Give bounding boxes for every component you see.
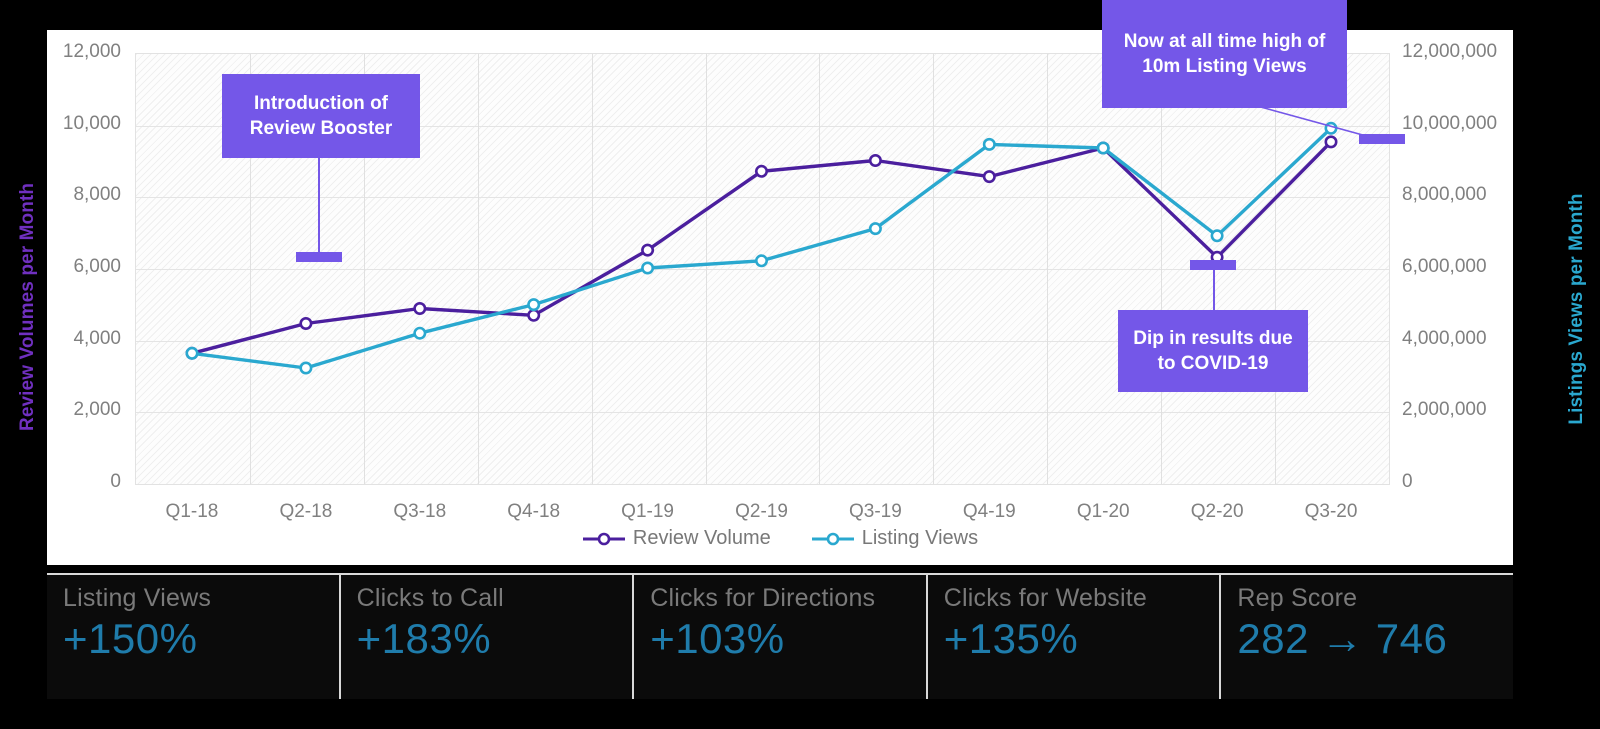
kpi-card-clicks-for-directions: Clicks for Directions +103% [634,575,928,699]
y-axis-tick-label: 4,000 [73,327,121,349]
annotation-marker-all-time-high [1359,134,1405,144]
right-axis-title: Listings Views per Month [1566,193,1587,425]
y-axis-tick-label: 10,000 [62,112,121,134]
gridline-horizontal [136,197,1389,199]
gridline-vertical [819,54,821,484]
kpi-label: Rep Score [1237,584,1358,612]
x-axis-tick-label: Q3-19 [849,501,902,522]
kpi-strip: Listing Views +150% Clicks to Call +183% Cli… [47,573,1513,699]
annotation-connector-review-booster [318,158,320,260]
y-axis-tick-label: 8,000 [73,184,121,206]
gridline-vertical [591,54,593,484]
x-axis-tick-label: Q2-18 [279,501,333,522]
x-axis-tick-label: Q1-19 [621,501,674,522]
kpi-card-listing-views: Listing Views +150% [47,575,341,699]
y-axis-tick-label: 2,000 [73,399,121,421]
kpi-value: +150% [63,615,198,662]
legend-label: Listing Views [861,527,979,549]
x-axis-tick-label: Q4-19 [962,501,1016,522]
y2-axis-tick-label: 0 [1402,471,1413,492]
legend-item-review-volume[interactable]: Review Volume [582,527,771,550]
gridline-vertical [705,54,707,484]
kpi-card-clicks-to-call: Clicks to Call +183% [340,575,635,699]
kpi-label: Clicks for Directions [650,584,876,612]
y2-axis-tick-label: 10,000,000 [1402,112,1498,134]
legend-label: Review Volume [632,527,771,549]
gridline-vertical [477,54,479,484]
legend-swatch-icon [811,532,854,545]
chart-card: 0 0 2,000 2,000,000 4,000 4,000,000 6,000 6,000… [47,0,1513,565]
y2-axis-tick-label: 8,000,000 [1402,184,1487,206]
chart-legend: Review Volume Listing Views [47,527,1513,550]
y2-axis-tick-label: 12,000,000 [1402,41,1498,62]
left-axis-title: Review Volumes per Month [17,182,38,431]
annotation-covid-dip: Dip in results due to COVID-19 [1118,310,1308,392]
annotation-connector-covid-dip [1213,268,1215,310]
chart-screenshot-root: Review Volumes per Month Listings Views … [0,0,1600,729]
kpi-card-clicks-for-website: Clicks for Website +135% [927,575,1222,699]
kpi-value: +103% [650,615,785,662]
x-axis-tick-label: Q2-19 [735,501,788,522]
legend-swatch-icon [582,532,625,545]
kpi-label: Clicks to Call [356,584,504,612]
x-axis-tick-label: Q1-18 [165,501,219,522]
kpi-value: +135% [943,615,1079,662]
kpi-label: Listing Views [63,584,212,612]
kpi-value: 282 → 746 [1237,615,1448,662]
x-axis-tick-label: Q1-20 [1076,501,1130,522]
gridline-vertical [933,54,935,484]
y2-axis-tick-label: 2,000,000 [1402,399,1487,421]
annotation-marker-review-booster [296,252,342,262]
y2-axis-tick-label: 4,000,000 [1402,327,1487,349]
gridline-horizontal [136,412,1389,414]
x-axis-tick-label: Q3-20 [1304,501,1358,522]
kpi-label: Clicks for Website [943,584,1147,612]
x-axis-tick-label: Q4-18 [507,501,561,522]
gridline-vertical [1047,54,1049,484]
y-axis-tick-label: 12,000 [62,41,121,62]
kpi-value: +183% [356,615,492,662]
kpi-card-rep-score: Rep Score 282 → 746 [1221,575,1513,699]
x-axis-tick-label: Q3-18 [393,501,447,522]
y-axis-tick-label: 6,000 [73,256,121,277]
annotation-marker-covid-dip [1190,260,1236,270]
gridline-vertical [1161,54,1163,484]
y2-axis-tick-label: 6,000,000 [1402,256,1487,277]
annotation-all-time-high: Now at all time high of 10m Listing View… [1102,0,1347,108]
x-axis-tick-label: Q2-20 [1190,501,1244,522]
y-axis-tick-label: 0 [110,471,121,492]
legend-item-listing-views[interactable]: Listing Views [811,527,978,550]
annotation-review-booster: Introduction of Review Booster [222,74,420,158]
annotation-connector-all-time-high [1256,105,1382,141]
